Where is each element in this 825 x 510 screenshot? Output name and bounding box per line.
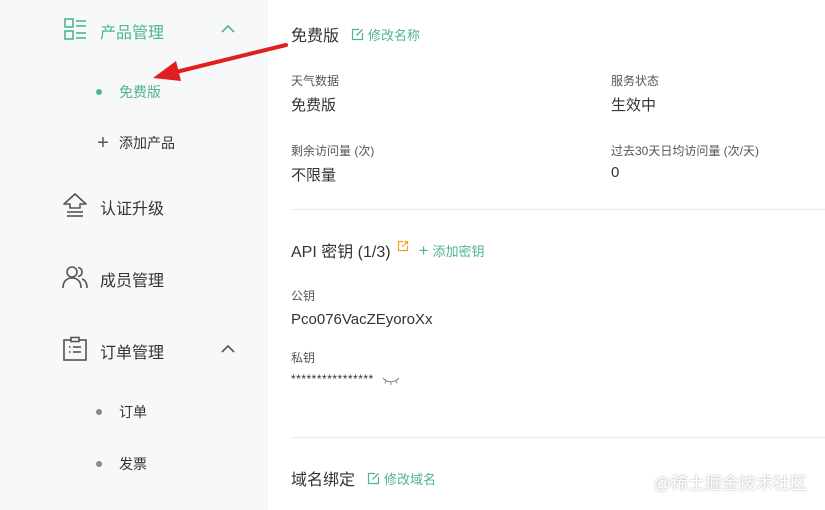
nav-member-management[interactable]: 成员管理 [0, 262, 268, 292]
bullet-dot [96, 461, 102, 467]
sidebar-item-add-product[interactable]: + 添加产品 [96, 133, 175, 153]
rename-link[interactable]: 修改名称 [351, 25, 420, 44]
private-key-label: 私钥 [291, 351, 316, 365]
sidebar-item-free-edition[interactable]: 免费版 [96, 82, 161, 102]
bullet-dot [96, 409, 102, 415]
plan-header: 免费版 修改名称 [291, 22, 420, 46]
service-status-value: 生效中 [611, 97, 657, 114]
private-key-row: **************** [291, 372, 400, 386]
edit-domain-link-label: 修改域名 [384, 471, 437, 487]
public-key-value: Pco076VacZEyoroXx [291, 311, 433, 328]
sidebar-item-orders[interactable]: 订单 [96, 402, 147, 422]
edit-icon [367, 472, 380, 484]
product-grid-icon [64, 18, 86, 40]
add-key-link[interactable]: + 添加密钥 [419, 241, 485, 260]
nav-order-management-label: 订单管理 [100, 345, 165, 362]
nav-product-management-label: 产品管理 [100, 25, 165, 42]
rename-link-label: 修改名称 [368, 27, 421, 43]
sidebar: 产品管理 免费版 + 添加产品 认证升级 成员管理 订单管理 订单 发票 [0, 0, 268, 510]
sidebar-item-orders-label: 订单 [119, 404, 147, 420]
divider [291, 209, 825, 210]
domain-header: 域名绑定 修改域名 [291, 466, 436, 490]
main-content: 免费版 修改名称 天气数据 免费版 服务状态 生效中 剩余访问量 (次) 不限量… [268, 0, 825, 510]
private-key-value: **************** [291, 372, 374, 386]
api-key-header: API 密钥 (1/3) + 添加密钥 [291, 238, 485, 262]
nav-certification-upgrade[interactable]: 认证升级 [0, 190, 268, 220]
upgrade-icon [63, 193, 87, 217]
public-key-label: 公钥 [291, 289, 316, 303]
chevron-up-icon[interactable] [220, 341, 236, 357]
eye-closed-icon[interactable] [382, 376, 400, 386]
sidebar-item-invoices-label: 发票 [119, 456, 147, 472]
remaining-visits-label: 剩余访问量 (次) [291, 144, 375, 158]
nav-product-management[interactable]: 产品管理 [0, 14, 268, 44]
members-icon [62, 266, 88, 289]
nav-member-management-label: 成员管理 [100, 273, 165, 290]
plus-icon: + [418, 240, 429, 260]
divider [291, 437, 825, 438]
weather-data-value: 免费版 [291, 97, 337, 114]
avg-visits-value: 0 [611, 164, 620, 181]
avg-visits-label: 过去30天日均访问量 (次/天) [611, 144, 760, 158]
service-status-label: 服务状态 [611, 74, 660, 88]
sidebar-item-free-edition-label: 免费版 [119, 84, 161, 100]
domain-title: 域名绑定 [291, 472, 356, 489]
nav-order-management[interactable]: 订单管理 [0, 334, 268, 364]
sidebar-item-add-product-label: 添加产品 [119, 135, 175, 151]
order-icon [63, 336, 87, 361]
add-key-link-label: 添加密钥 [432, 243, 485, 259]
remaining-visits-value: 不限量 [291, 167, 337, 184]
plan-title: 免费版 [291, 28, 340, 45]
weather-data-label: 天气数据 [291, 74, 340, 88]
edit-domain-link[interactable]: 修改域名 [367, 469, 436, 488]
active-dot [96, 89, 102, 95]
sidebar-item-invoices[interactable]: 发票 [96, 454, 147, 474]
api-key-title: API 密钥 (1/3) [291, 244, 391, 261]
watermark: @稀土掘金技术社区 [653, 474, 807, 493]
nav-certification-label: 认证升级 [100, 201, 165, 218]
chevron-up-icon[interactable] [220, 21, 236, 37]
edit-icon [351, 28, 364, 40]
plus-icon: + [97, 132, 109, 154]
external-link-icon[interactable] [397, 240, 409, 252]
